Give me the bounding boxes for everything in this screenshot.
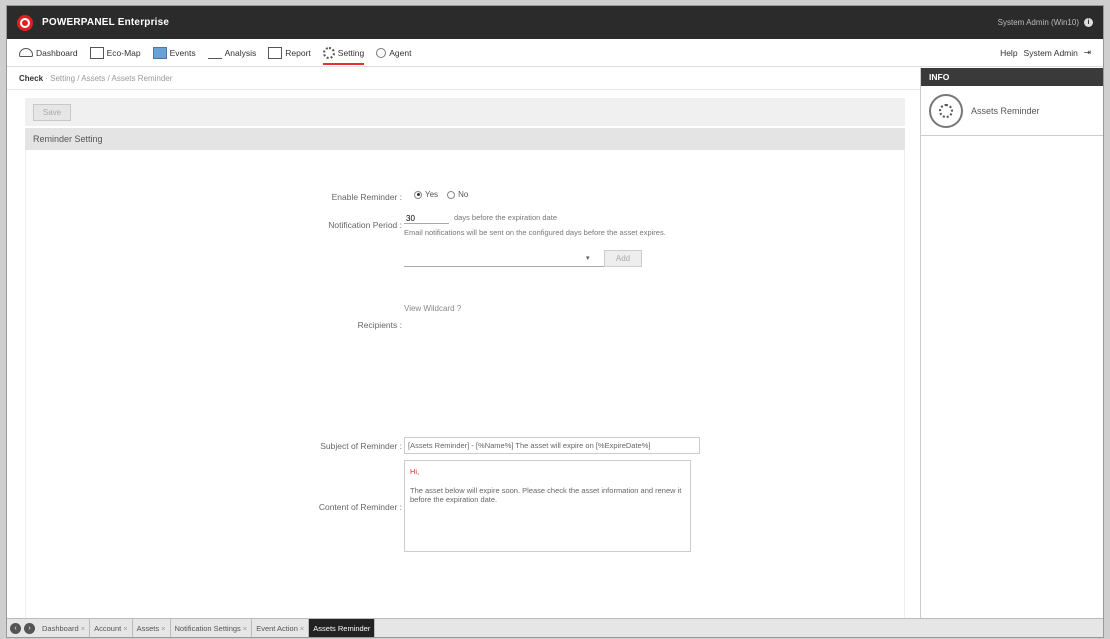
content-label: Content of Reminder : [318,502,402,512]
info-panel: INFO Assets Reminder [920,68,1103,620]
info-icon[interactable]: i [1084,18,1093,27]
close-icon[interactable]: × [81,624,85,633]
info-item-assets-reminder[interactable]: Assets Reminder [921,86,1103,136]
analysis-icon [207,47,222,59]
nav-eco-map[interactable]: Eco-Map [89,39,141,67]
help-link[interactable]: Help [1000,48,1017,58]
nav-report[interactable]: Report [268,39,311,67]
system-info: System Admin (Win10) [997,18,1079,27]
enable-reminder-options: Yes No [414,190,468,199]
add-recipient-button[interactable]: Add [604,250,642,267]
tab-assets[interactable]: Assets × [133,618,171,637]
logout-icon[interactable]: ⇥ [1084,47,1091,58]
info-header: INFO [921,68,1103,86]
close-icon[interactable]: × [123,624,127,633]
close-icon[interactable]: × [161,624,165,633]
user-name[interactable]: System Admin [1024,48,1078,58]
breadcrumb: Check · Setting / Assets / Assets Remind… [7,68,920,90]
tab-next-icon[interactable]: › [24,622,35,634]
nav-dashboard[interactable]: Dashboard [19,39,78,67]
dashboard-icon [19,48,33,57]
main-nav: Dashboard Eco-Map Events Analysis Report… [7,39,1103,67]
breadcrumb-current[interactable]: Check [19,74,43,83]
settings-gear-icon [929,93,963,128]
app-title: POWERPANEL Enterprise [42,17,170,28]
recipients-label: Recipients : [357,320,402,330]
tab-event-action[interactable]: Event Action × [252,618,310,637]
tab-notification-settings[interactable]: Notification Settings × [171,618,253,637]
breadcrumb-trail: · Setting / Assets / Assets Reminder [43,74,173,83]
report-icon [268,46,283,59]
enable-reminder-label: Enable Reminder : [331,192,402,202]
days-help-text: Email notifications will be sent on the … [404,228,666,237]
content-body: The asset below will expire soon. Please… [410,486,682,504]
close-icon[interactable]: × [300,624,304,633]
enable-no-label: No [458,190,469,199]
days-input[interactable] [404,213,449,224]
wildcard-link[interactable]: View Wildcard ? [404,304,461,313]
user-menu: Help System Admin ⇥ [994,47,1091,58]
title-bar: POWERPANEL Enterprise System Admin (Win1… [7,6,1103,39]
nav-events[interactable]: Events [152,39,196,67]
subject-label: Subject of Reminder : [320,441,402,451]
close-icon[interactable]: × [243,624,247,633]
agent-icon [376,47,387,58]
tab-assets-reminder[interactable]: Assets Reminder [309,618,376,637]
gear-icon [322,46,335,59]
chevron-down-icon[interactable]: ▾ [586,254,590,262]
enable-yes-label: Yes [425,190,439,199]
action-toolbar: Save [25,98,905,126]
nav-analysis[interactable]: Analysis [207,39,256,67]
recipient-select[interactable] [404,253,604,267]
events-icon [152,46,167,59]
enable-no-radio[interactable] [447,190,456,199]
map-icon [89,46,104,59]
tab-prev-icon[interactable]: ‹ [10,622,21,634]
nav-setting[interactable]: Setting [322,39,365,67]
section-header: Reminder Setting [25,128,905,150]
powerpanel-logo-icon [17,14,33,31]
reminder-form: Enable Reminder : Yes No Notification Pe… [25,150,905,620]
save-button[interactable]: Save [33,104,71,121]
bottom-tab-bar: ‹ › Dashboard × Account × Assets × Notifica… [7,618,1103,637]
content-textarea[interactable]: Hi, The asset below will expire soon. Pl… [404,460,691,552]
main-content: Check · Setting / Assets / Assets Remind… [7,68,920,620]
tab-account[interactable]: Account × [90,618,133,637]
subject-input[interactable]: [Assets Reminder] - [%Name%] The asset w… [404,437,700,454]
nav-agent[interactable]: Agent [376,39,411,67]
app-window: POWERPANEL Enterprise System Admin (Win1… [6,5,1104,638]
days-note: days before the expiration date [454,213,557,222]
info-item-label: Assets Reminder [971,105,1040,116]
tab-dashboard[interactable]: Dashboard × [38,618,91,637]
enable-yes-radio[interactable] [414,190,422,199]
days-label: Notification Period : [328,220,402,230]
content-greeting: Hi, [410,467,420,476]
